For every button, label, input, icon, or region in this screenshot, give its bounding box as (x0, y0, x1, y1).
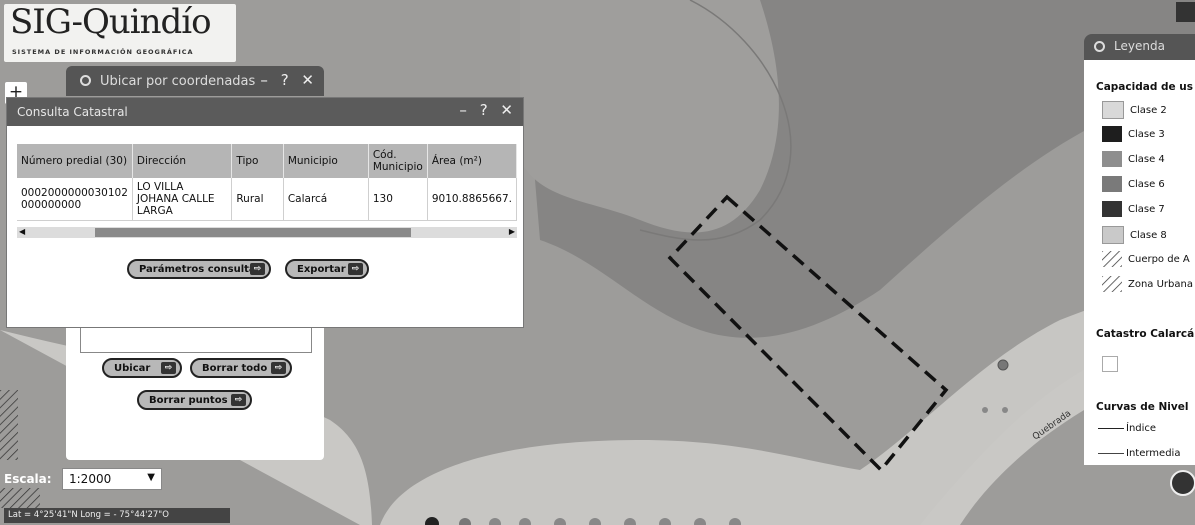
legend-item: Clase 8 (1102, 226, 1167, 244)
legend-section-title: Catastro Calarcá (1096, 328, 1195, 340)
action-icon: ⇨ (348, 263, 363, 275)
parametros-label: Parámetros consulta (139, 263, 256, 275)
legend-item: Cuerpo de A (1102, 251, 1190, 267)
legend-item (1102, 356, 1124, 372)
consulta-catastral-window: Consulta Catastral – ? ✕ Número predial … (6, 97, 524, 328)
ubicar-label: Ubicar (114, 362, 151, 374)
legend-item: Intermedia (1098, 448, 1180, 459)
legend-item: Clase 3 (1102, 126, 1165, 142)
col-header[interactable]: Dirección (132, 144, 233, 178)
scale-label: Escala: (4, 472, 52, 486)
coordinates-readout: Lat = 4°25'41"N Long = - 75°44'27"O (4, 508, 230, 523)
scroll-right-icon[interactable]: ▶ (509, 227, 515, 236)
top-right-button[interactable] (1176, 2, 1195, 22)
action-icon: ⇨ (250, 263, 265, 275)
cell-area: 9010.8865667. (427, 178, 518, 221)
borrar-puntos-label: Borrar puntos (149, 394, 228, 406)
exportar-button[interactable]: Exportar ⇨ (285, 259, 369, 279)
chevron-down-icon: ▼ (147, 472, 155, 483)
legend-panel: Capacidad de us Clase 2 Clase 3 Clase 4 … (1084, 60, 1195, 465)
scale-select[interactable]: 1:2000 ▼ (62, 468, 162, 490)
consulta-header[interactable]: Consulta Catastral – ? ✕ (7, 98, 523, 126)
legend-section-title: Capacidad de us (1096, 81, 1194, 93)
legend-item: Zona Urbana (1102, 276, 1193, 292)
consulta-title: Consulta Catastral (17, 105, 128, 119)
logo-title: SIG-Quindío (10, 2, 212, 42)
cell-cod: 130 (368, 178, 428, 221)
results-table: Número predial (30) Dirección Tipo Munic… (17, 144, 518, 221)
logo-subtitle: SISTEMA DE INFORMACIÓN GEOGRÁFICA (12, 48, 194, 56)
app-logo: SIG-Quindío SISTEMA DE INFORMACIÓN GEOGR… (4, 2, 236, 62)
coord-panel-header[interactable]: Ubicar por coordenadas – ? ✕ (66, 66, 324, 96)
legend-title: Leyenda (1114, 39, 1165, 53)
table-row[interactable]: 0002000000030102 000000000 LO VILLA JOHA… (17, 178, 518, 221)
legend-icon (1094, 41, 1105, 52)
cell-tipo: Rural (231, 178, 284, 221)
scroll-left-icon[interactable]: ◀ (19, 227, 25, 236)
borrar-todo-button[interactable]: Borrar todo ⇨ (190, 358, 292, 378)
locate-icon (80, 75, 91, 86)
exportar-label: Exportar (297, 263, 346, 275)
horizontal-scrollbar[interactable]: ◀ ▶ (17, 227, 517, 238)
legend-item: Clase 6 (1102, 176, 1165, 192)
map-tool-button[interactable] (1170, 470, 1195, 496)
col-header[interactable]: Municipio (283, 144, 369, 178)
legend-item: Clase 7 (1102, 201, 1165, 217)
action-icon: ⇨ (271, 362, 286, 374)
parametros-consulta-button[interactable]: Parámetros consulta ⇨ (127, 259, 271, 279)
legend-header[interactable]: Leyenda (1084, 34, 1195, 60)
scale-value: 1:2000 (69, 472, 112, 486)
col-header[interactable]: Tipo (231, 144, 284, 178)
borrar-todo-label: Borrar todo (202, 362, 268, 374)
col-header[interactable]: Área (m²) (427, 144, 518, 178)
coord-panel-title: Ubicar por coordenadas (100, 74, 256, 89)
legend-item: Índice (1098, 423, 1156, 434)
coord-panel-controls[interactable]: – ? ✕ (260, 71, 318, 89)
borrar-puntos-button[interactable]: Borrar puntos ⇨ (137, 390, 252, 410)
cell-municipio: Calarcá (283, 178, 369, 221)
cell-numero: 0002000000030102 000000000 (17, 178, 133, 221)
col-header[interactable]: Cód. Municipio (368, 144, 428, 178)
legend-item: Clase 2 (1102, 101, 1167, 119)
action-icon: ⇨ (231, 394, 246, 406)
coord-textarea[interactable] (80, 326, 312, 353)
scroll-thumb[interactable] (95, 228, 411, 237)
legend-section-title: Curvas de Nivel (1096, 401, 1189, 413)
action-icon: ⇨ (161, 362, 176, 374)
ubicar-button[interactable]: Ubicar ⇨ (102, 358, 182, 378)
cell-direccion: LO VILLA JOHANA CALLE LARGA (132, 178, 233, 221)
col-header[interactable]: Número predial (30) (17, 144, 133, 178)
legend-item: Clase 4 (1102, 151, 1165, 167)
consulta-controls[interactable]: – ? ✕ (459, 101, 517, 119)
